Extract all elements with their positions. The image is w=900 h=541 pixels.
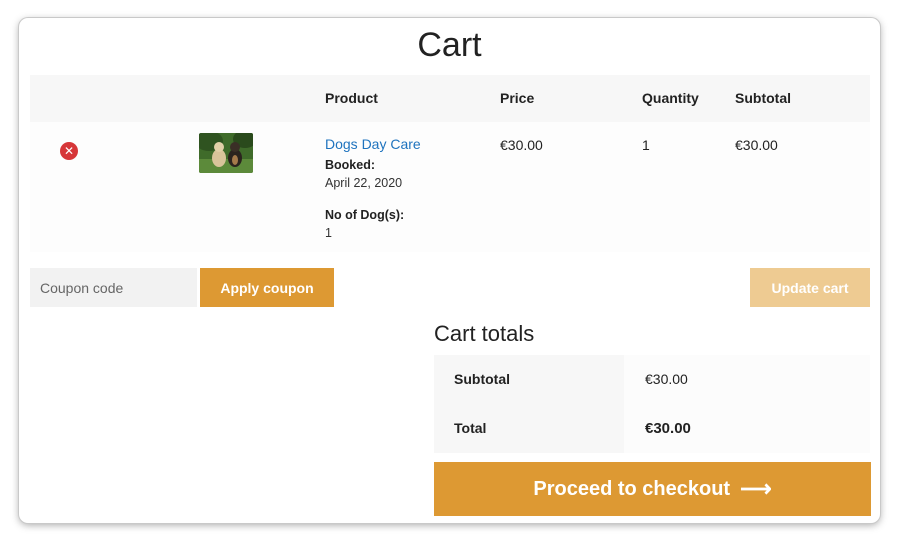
- cart-page: Cart Product Price Quantity Subtotal ✕ D…: [19, 18, 880, 523]
- totals-row-subtotal: Subtotal €30.00: [434, 355, 870, 404]
- header-price: Price: [500, 90, 535, 106]
- totals-subtotal-value: €30.00: [624, 355, 870, 404]
- header-quantity: Quantity: [642, 90, 699, 106]
- coupon-input[interactable]: [30, 268, 197, 307]
- meta-value-booked: April 22, 2020: [325, 176, 403, 190]
- price-cell: €30.00: [500, 137, 543, 153]
- totals-total-value: €30.00: [624, 404, 870, 453]
- dogs-photo-icon: [199, 133, 253, 173]
- remove-item-button[interactable]: ✕: [60, 142, 78, 160]
- checkout-label: Proceed to checkout: [533, 477, 731, 500]
- page-title: Cart: [417, 26, 482, 64]
- arrow-right-icon: ⟶: [740, 476, 772, 501]
- cart-table: Product Price Quantity Subtotal ✕ Dogs D…: [30, 75, 870, 252]
- proceed-to-checkout-button[interactable]: Proceed to checkout ⟶: [434, 462, 871, 516]
- quantity-cell[interactable]: 1: [642, 137, 650, 153]
- totals-total-label: Total: [434, 404, 624, 453]
- table-row: ✕ Dogs Day Care Booked: April 22, 2020 N…: [30, 122, 870, 252]
- meta-label-booked: Booked:: [325, 158, 375, 172]
- subtotal-cell: €30.00: [735, 137, 778, 153]
- cart-totals-title: Cart totals: [434, 321, 535, 346]
- update-cart-button[interactable]: Update cart: [750, 268, 870, 307]
- totals-subtotal-label: Subtotal: [434, 355, 624, 404]
- meta-value-dogs: 1: [325, 226, 332, 240]
- close-circle-icon: ✕: [63, 144, 75, 158]
- cart-totals-table: Subtotal €30.00 Total €30.00: [434, 355, 870, 453]
- table-header: Product Price Quantity Subtotal: [30, 75, 870, 122]
- apply-coupon-button[interactable]: Apply coupon: [200, 268, 334, 307]
- header-subtotal: Subtotal: [735, 90, 791, 106]
- product-name-link[interactable]: Dogs Day Care: [325, 136, 421, 152]
- meta-label-dogs: No of Dog(s):: [325, 208, 405, 222]
- product-cell: Dogs Day Care Booked: April 22, 2020 No …: [325, 136, 421, 240]
- header-product: Product: [325, 90, 378, 106]
- totals-row-total: Total €30.00: [434, 404, 870, 453]
- product-thumbnail[interactable]: [199, 133, 253, 173]
